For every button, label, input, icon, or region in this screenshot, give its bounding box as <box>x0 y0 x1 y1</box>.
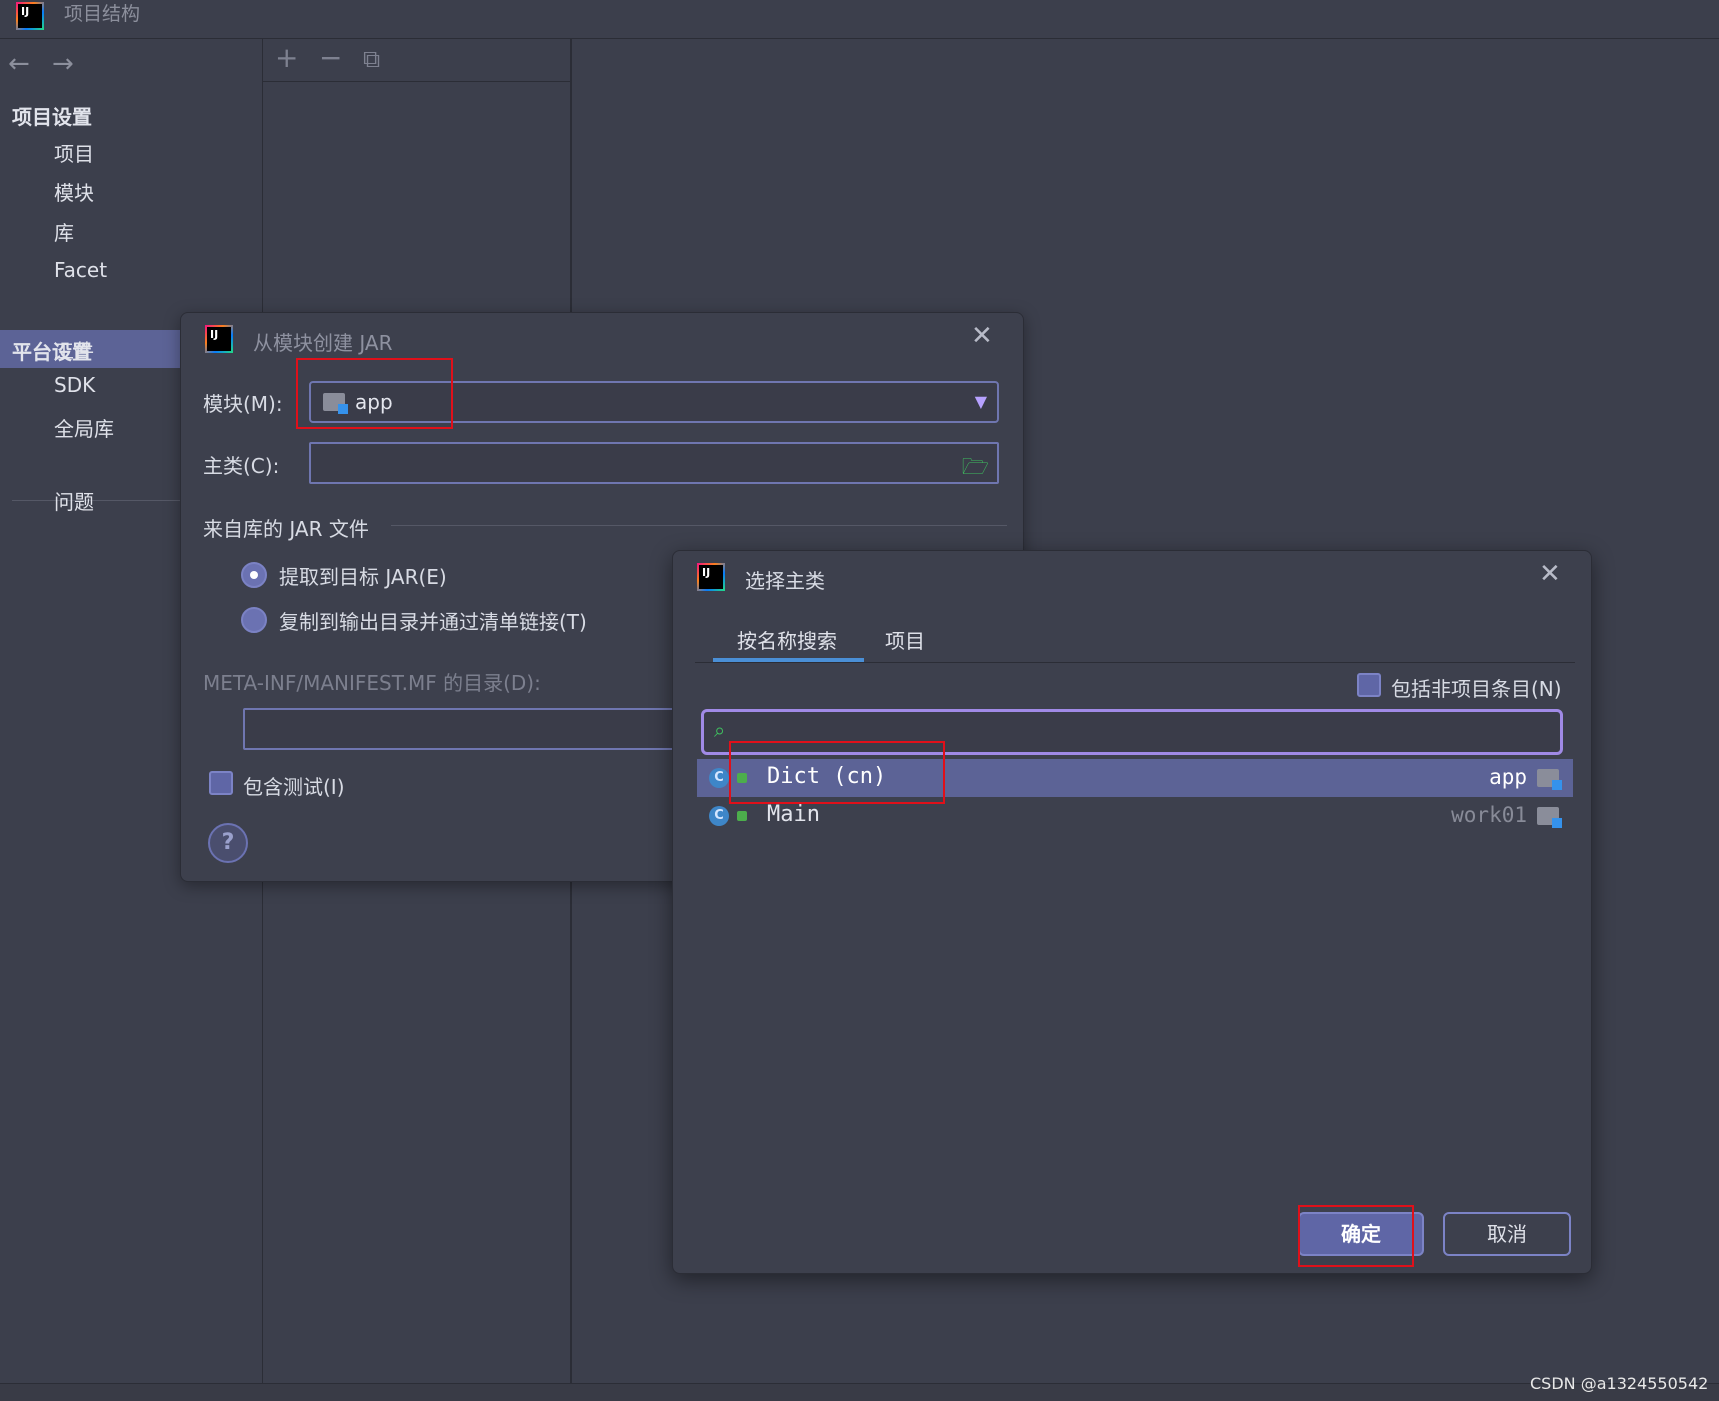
forward-arrow-icon[interactable]: → <box>52 49 74 79</box>
module-folder-icon <box>1537 769 1562 790</box>
chevron-down-icon: ▼ <box>974 392 987 411</box>
window-title: 项目结构 <box>64 3 141 25</box>
watermark: CSDN @a1324550542 <box>1530 1374 1709 1393</box>
remove-icon[interactable]: − <box>319 41 342 74</box>
add-icon[interactable]: + <box>275 41 298 74</box>
intellij-logo-icon: IJ <box>16 2 44 30</box>
main-class-input[interactable]: 🗁 <box>309 442 999 484</box>
artifacts-toolbar: + − ⧉ <box>263 39 570 82</box>
radio-extract[interactable] <box>241 562 267 588</box>
include-non-project-checkbox[interactable] <box>1357 673 1381 697</box>
sidebar-item-project[interactable]: 项目 <box>54 138 94 167</box>
highlight-dict-row <box>729 741 945 804</box>
result-module-name: work01 <box>1451 803 1527 827</box>
sidebar-item-sdk[interactable]: SDK <box>54 373 95 397</box>
radio-copy-label: 复制到输出目录并通过清单链接(T) <box>279 610 587 634</box>
module-folder-icon <box>1537 807 1562 828</box>
status-bar <box>0 1383 1719 1401</box>
sidebar-item-modules[interactable]: 模块 <box>54 177 94 206</box>
title-bar: IJ 项目结构 <box>0 0 1719 39</box>
sidebar-divider <box>12 500 182 501</box>
module-label: 模块(M): <box>203 392 283 416</box>
include-non-project-label: 包括非项目条目(N) <box>1391 677 1562 701</box>
intellij-logo-icon: IJ <box>205 325 233 353</box>
cancel-button[interactable]: 取消 <box>1443 1212 1571 1256</box>
result-module-name: app <box>1489 765 1527 789</box>
include-tests-checkbox[interactable] <box>209 771 233 795</box>
intellij-logo-icon: IJ <box>697 563 725 591</box>
tab-project[interactable]: 项目 <box>885 625 925 654</box>
sidebar-item-facet[interactable]: Facet <box>54 258 107 282</box>
copy-icon[interactable]: ⧉ <box>363 45 380 73</box>
sidebar-item-global-libraries[interactable]: 全局库 <box>54 413 114 442</box>
help-button[interactable]: ? <box>208 823 248 863</box>
lock-icon <box>737 811 747 821</box>
sidebar-item-problems[interactable]: 问题 <box>54 486 94 515</box>
close-icon[interactable]: ✕ <box>971 321 993 351</box>
choose-main-class-dialog: IJ 选择主类 ✕ 按名称搜索 项目 包括非项目条目(N) ⌕ C Dict (… <box>672 550 1592 1274</box>
highlight-ok-button <box>1298 1205 1414 1267</box>
section-project-settings: 项目设置 <box>12 105 92 129</box>
open-folder-icon[interactable]: 🗁 <box>962 450 989 488</box>
jar-files-section-label: 来自库的 JAR 文件 <box>203 517 369 541</box>
include-tests-label: 包含测试(I) <box>243 775 345 799</box>
highlight-module <box>296 358 453 429</box>
dialog-title: 从模块创建 JAR <box>253 331 393 355</box>
main-class-label: 主类(C): <box>203 454 280 478</box>
close-icon[interactable]: ✕ <box>1539 559 1561 589</box>
class-icon: C <box>709 768 729 788</box>
tab-divider <box>695 662 1575 663</box>
section-divider <box>391 525 1007 526</box>
tab-search-by-name[interactable]: 按名称搜索 <box>737 625 837 654</box>
manifest-dir-label: META-INF/MANIFEST.MF 的目录(D): <box>203 671 541 695</box>
radio-copy[interactable] <box>241 607 267 633</box>
search-icon: ⌕ <box>714 718 726 742</box>
sidebar-item-libraries[interactable]: 库 <box>54 217 74 246</box>
class-icon: C <box>709 806 729 826</box>
result-class-name: Main <box>767 802 820 827</box>
section-platform-settings: 平台设置 <box>12 340 92 364</box>
dialog-title: 选择主类 <box>745 569 825 593</box>
radio-extract-label: 提取到目标 JAR(E) <box>279 565 447 589</box>
back-arrow-icon[interactable]: ← <box>8 49 30 79</box>
